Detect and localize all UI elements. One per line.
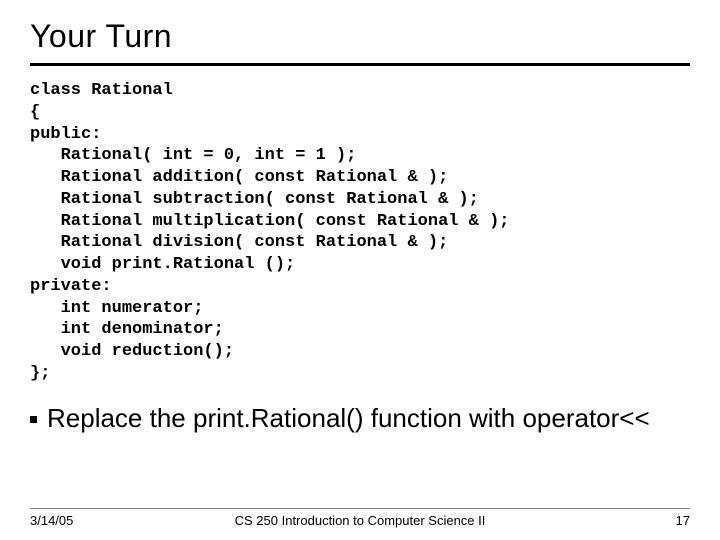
code-line: public:: [30, 125, 101, 144]
slide-title: Your Turn: [30, 18, 690, 55]
code-line: int numerator;: [30, 299, 203, 318]
bullet-dot-icon: [30, 416, 37, 423]
code-line: int denominator;: [30, 320, 224, 339]
slide: Your Turn class Rational { public: Ratio…: [0, 0, 720, 540]
bullet-item: Replace the print.Rational() function wi…: [30, 403, 690, 435]
code-line: private:: [30, 277, 112, 296]
code-line: Rational multiplication( const Rational …: [30, 212, 509, 231]
footer: 3/14/05 CS 250 Introduction to Computer …: [0, 508, 720, 528]
code-block: class Rational { public: Rational( int =…: [30, 80, 690, 385]
title-rule: [30, 63, 690, 66]
code-line: Rational( int = 0, int = 1 );: [30, 146, 356, 165]
footer-page: 17: [676, 513, 690, 528]
footer-row: 3/14/05 CS 250 Introduction to Computer …: [30, 513, 690, 528]
code-line: Rational subtraction( const Rational & )…: [30, 190, 479, 209]
footer-course: CS 250 Introduction to Computer Science …: [235, 513, 486, 528]
footer-rule: [30, 508, 690, 509]
code-line: Rational division( const Rational & );: [30, 233, 448, 252]
code-line: };: [30, 364, 50, 383]
code-line: void print.Rational ();: [30, 255, 295, 274]
code-line: {: [30, 103, 40, 122]
code-line: Rational addition( const Rational & );: [30, 168, 448, 187]
code-line: class Rational: [30, 81, 173, 100]
bullet-text: Replace the print.Rational() function wi…: [47, 403, 650, 435]
code-line: void reduction();: [30, 342, 234, 361]
footer-date: 3/14/05: [30, 513, 73, 528]
